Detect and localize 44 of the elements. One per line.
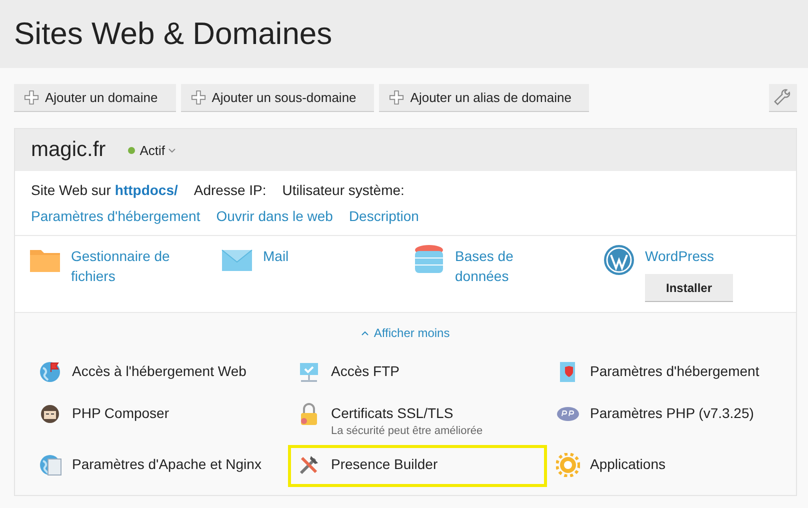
app-link[interactable]: Mail xyxy=(263,246,373,266)
add-button[interactable]: Ajouter un sous-domaine xyxy=(180,84,374,112)
tool-item[interactable]: Paramètres PHP (v7.3.25) xyxy=(547,394,797,445)
add-button[interactable]: Ajouter un domaine xyxy=(14,84,176,112)
caret-icon xyxy=(168,148,176,152)
plus-icon xyxy=(190,90,206,105)
database-icon xyxy=(413,244,445,276)
app-link[interactable]: Bases de données xyxy=(455,246,565,286)
user-label: Utilisateur système: xyxy=(282,182,404,198)
tool-item[interactable]: Applications xyxy=(547,445,797,487)
site-label: Site Web sur xyxy=(31,182,111,198)
ip-label: Adresse IP: xyxy=(194,182,266,198)
tool-item[interactable]: Certificats SSL/TLS La sécurité peut être améliorée xyxy=(288,394,547,445)
install-button[interactable]: Installer xyxy=(645,274,733,302)
globe-server-icon xyxy=(38,453,62,477)
app-link[interactable]: WordPress xyxy=(645,246,755,266)
plus-icon xyxy=(389,90,404,105)
tool-item[interactable]: Accès à l'hébergement Web xyxy=(29,352,288,394)
tool-item[interactable]: Paramètres d'Apache et Nginx xyxy=(29,445,288,487)
gear-icon xyxy=(556,453,580,477)
site-path-link[interactable]: httpdocs/ xyxy=(114,182,178,198)
tool-item[interactable]: Presence Builder xyxy=(288,445,547,487)
domain-link[interactable]: Paramètres d'hébergement xyxy=(31,208,200,228)
monitor-icon xyxy=(297,360,321,384)
add-button[interactable]: Ajouter un alias de domaine xyxy=(379,84,590,112)
domain-name: magic.fr xyxy=(31,138,106,162)
status-dropdown[interactable]: Actif xyxy=(140,142,176,158)
tool-item[interactable]: Paramètres d'hébergement xyxy=(547,352,797,394)
tool-note: La sécurité peut être améliorée xyxy=(331,425,483,437)
app-link[interactable]: Gestionnaire de fichiers xyxy=(71,246,181,286)
globe-flag-icon xyxy=(38,360,62,384)
wrench-button[interactable] xyxy=(769,84,797,112)
tool-item[interactable]: Accès FTP xyxy=(288,352,547,394)
wordpress-icon xyxy=(603,244,635,276)
domain-link[interactable]: Ouvrir dans le web xyxy=(216,208,333,228)
show-less-link[interactable]: Afficher moins xyxy=(361,326,450,340)
page-title: Sites Web & Domaines xyxy=(14,16,332,52)
tool-item[interactable]: PHP Composer xyxy=(29,394,288,445)
plus-icon xyxy=(24,90,39,105)
caret-icon xyxy=(361,331,370,336)
wrench-icon xyxy=(774,88,792,106)
hammer-pencil-icon xyxy=(297,453,321,477)
mascot-icon xyxy=(38,402,62,426)
domain-link[interactable]: Description xyxy=(348,208,419,228)
